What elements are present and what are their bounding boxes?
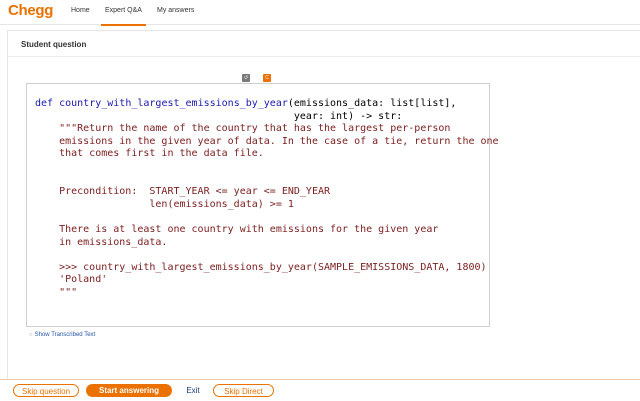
student-question-heading: Student question	[21, 40, 87, 49]
code-snippet: def country_with_largest_emissions_by_ye…	[35, 98, 499, 300]
skip-question-button[interactable]: Skip question	[13, 384, 79, 397]
chegg-logo[interactable]: Chegg	[8, 2, 53, 19]
nav-my-answers[interactable]: My answers	[153, 0, 198, 24]
eye-icon: ○	[29, 332, 33, 338]
show-transcribed-text-link[interactable]: ○ Show Transcribed Text	[29, 332, 95, 338]
code-line: year: int) -> str:	[35, 110, 403, 122]
code-keyword: def	[35, 98, 60, 109]
code-line: def country_with_largest_emissions_by_ye…	[35, 98, 456, 109]
code-line: Precondition: START_YEAR <= year <= END_…	[35, 186, 331, 198]
code-line: """Return the name of the country that h…	[35, 123, 451, 135]
code-line: len(emissions_data) >= 1	[35, 198, 294, 210]
show-transcribed-text-label: Show Transcribed Text	[34, 332, 96, 338]
code-line: that comes first in the data file.	[35, 148, 264, 160]
code-line: There is at least one country with emiss…	[35, 223, 439, 235]
start-answering-button[interactable]: Start answering	[86, 384, 172, 397]
action-bar: Skip question Start answering Exit Skip …	[0, 379, 640, 401]
code-line: """	[35, 286, 78, 298]
code-function-name: country_with_largest_emissions_by_year	[59, 98, 288, 109]
code-params: (emissions_data: list[list],	[287, 98, 457, 109]
code-line: 'Poland'	[35, 274, 108, 286]
exit-button[interactable]: Exit	[182, 384, 204, 397]
code-line: >>> country_with_largest_emissions_by_ye…	[35, 261, 487, 273]
nav-home[interactable]: Home	[67, 0, 94, 24]
crop-image-button[interactable]: C	[263, 74, 271, 82]
rotate-image-button[interactable]: ↺	[242, 74, 250, 82]
top-navigation-bar: Chegg Home Expert Q&A My answers	[0, 0, 640, 26]
code-line: emissions in the given year of data. In …	[35, 135, 499, 147]
question-panel: Student question ↺ C def country_with_la…	[7, 30, 640, 380]
question-image: def country_with_largest_emissions_by_ye…	[26, 83, 499, 327]
skip-direct-button[interactable]: Skip Direct	[213, 384, 274, 397]
code-line: in emissions_data.	[35, 236, 168, 248]
divider	[8, 56, 640, 57]
nav-expert-qa[interactable]: Expert Q&A	[101, 0, 146, 26]
